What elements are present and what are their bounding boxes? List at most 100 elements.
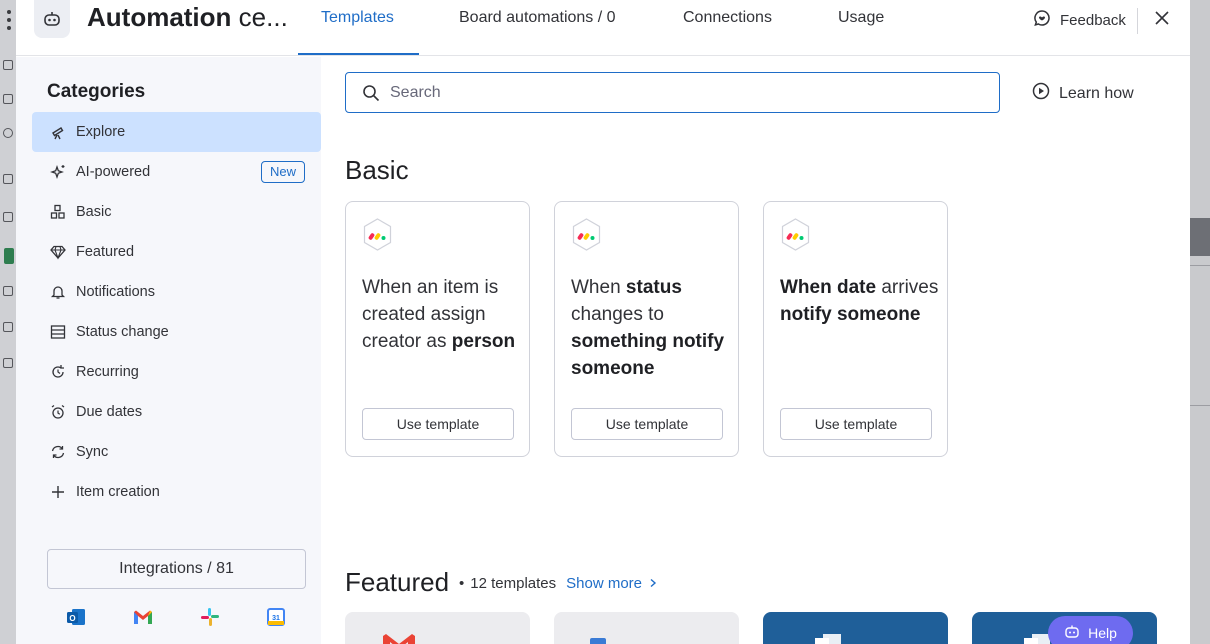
featured-count: 12 templates bbox=[470, 575, 557, 592]
basic-section-title: Basic bbox=[345, 155, 409, 185]
telescope-icon bbox=[49, 123, 67, 141]
search-icon bbox=[362, 83, 382, 103]
sidebar-item-label: Status change bbox=[76, 324, 169, 340]
bg-icon bbox=[3, 60, 13, 70]
learn-how-label: Learn how bbox=[1059, 84, 1134, 102]
shapes-icon bbox=[49, 203, 67, 221]
monday-logo-icon bbox=[361, 217, 394, 252]
show-more-link[interactable]: Show more bbox=[566, 575, 642, 592]
dot bbox=[7, 10, 11, 14]
bg-icon bbox=[3, 286, 13, 296]
gmail-icon bbox=[383, 634, 415, 644]
tab-usage[interactable]: Usage bbox=[838, 9, 884, 27]
featured-meta: • 12 templates Show more bbox=[459, 575, 658, 592]
page-title: Automation ce... bbox=[87, 2, 288, 32]
automation-center-modal: Automation ce... Templates Board automat… bbox=[16, 0, 1190, 644]
bell-icon bbox=[49, 283, 67, 301]
bg-icon bbox=[3, 358, 13, 368]
sidebar-item-basic[interactable]: Basic bbox=[32, 192, 321, 232]
sidebar-item-recurring[interactable]: Recurring bbox=[32, 352, 321, 392]
bg-block bbox=[1190, 218, 1210, 256]
categories-title: Categories bbox=[47, 81, 146, 102]
help-icon bbox=[1064, 624, 1080, 643]
bg-icon bbox=[3, 174, 13, 184]
sidebar-item-notifications[interactable]: Notifications bbox=[32, 272, 321, 312]
help-button[interactable]: Help bbox=[1048, 616, 1133, 644]
diamond-icon bbox=[49, 243, 67, 261]
sidebar-item-label: Basic bbox=[76, 204, 112, 220]
robot-icon bbox=[34, 0, 70, 38]
outlook-icon[interactable]: O bbox=[64, 605, 88, 629]
play-icon bbox=[1032, 82, 1050, 105]
app-icon bbox=[590, 638, 606, 644]
template-description: When an item is created assign creator a… bbox=[362, 277, 516, 352]
status-list-icon bbox=[49, 323, 67, 341]
monday-logo-icon bbox=[570, 217, 603, 252]
sidebar-item-label: Explore bbox=[76, 124, 126, 140]
alarm-clock-icon bbox=[49, 403, 67, 421]
bg-line bbox=[1190, 265, 1210, 266]
outlook-icon bbox=[815, 634, 841, 644]
feedback-icon bbox=[1033, 9, 1051, 31]
feedback-label: Feedback bbox=[1060, 11, 1126, 29]
template-card[interactable]: When an item is created assign creator a… bbox=[345, 201, 530, 457]
sidebar-item-ai-powered[interactable]: AI-powered New bbox=[32, 152, 321, 192]
sidebar-item-sync[interactable]: Sync bbox=[32, 432, 321, 472]
use-template-button[interactable]: Use template bbox=[571, 408, 723, 440]
sidebar-item-featured[interactable]: Featured bbox=[32, 232, 321, 272]
use-template-button[interactable]: Use template bbox=[362, 408, 514, 440]
feedback-button[interactable]: Feedback bbox=[1033, 9, 1126, 31]
plus-icon bbox=[49, 483, 67, 501]
sync-icon bbox=[49, 443, 67, 461]
template-description: When status changes to something notify … bbox=[571, 277, 725, 379]
sparkle-icon bbox=[49, 163, 67, 181]
sidebar-item-label: Sync bbox=[76, 444, 109, 460]
sidebar-item-label: Notifications bbox=[76, 284, 155, 300]
bg-icon bbox=[3, 128, 13, 138]
google-calendar-icon[interactable]: 31 bbox=[264, 605, 288, 629]
slack-icon[interactable] bbox=[198, 605, 222, 629]
bullet-separator: • bbox=[459, 575, 465, 592]
tab-board-automations[interactable]: Board automations / 0 bbox=[459, 9, 616, 27]
header-divider bbox=[1137, 8, 1138, 34]
active-tab-indicator bbox=[298, 53, 419, 55]
search-field[interactable] bbox=[345, 72, 1000, 113]
template-card[interactable]: When status changes to something notify … bbox=[554, 201, 739, 457]
template-card[interactable]: When date arrives notify someone Use tem… bbox=[763, 201, 948, 457]
featured-section-title: Featured bbox=[345, 567, 450, 597]
featured-card[interactable] bbox=[554, 612, 739, 644]
bg-icon bbox=[3, 94, 13, 104]
sidebar-item-label: Item creation bbox=[76, 484, 160, 500]
sidebar-item-item-creation[interactable]: Item creation bbox=[32, 472, 321, 512]
chevron-right-icon bbox=[648, 575, 658, 592]
bg-icon bbox=[3, 212, 13, 222]
sidebar-item-due-dates[interactable]: Due dates bbox=[32, 392, 321, 432]
recurring-icon bbox=[49, 363, 67, 381]
use-template-button[interactable]: Use template bbox=[780, 408, 932, 440]
categories-sidebar: Categories Explore AI-powered New Basic … bbox=[16, 57, 321, 644]
tab-connections[interactable]: Connections bbox=[683, 9, 772, 27]
help-label: Help bbox=[1088, 625, 1117, 641]
template-description: When date arrives notify someone bbox=[780, 277, 939, 325]
close-icon[interactable] bbox=[1152, 8, 1172, 28]
gmail-icon[interactable] bbox=[131, 605, 155, 629]
monday-logo-icon bbox=[779, 217, 812, 252]
sidebar-item-label: Recurring bbox=[76, 364, 139, 380]
sidebar-item-status-change[interactable]: Status change bbox=[32, 312, 321, 352]
integrations-button[interactable]: Integrations / 81 bbox=[47, 549, 306, 589]
dot bbox=[7, 26, 11, 30]
learn-how-button[interactable]: Learn how bbox=[1032, 82, 1134, 105]
background-app-strip-right bbox=[1190, 0, 1210, 644]
sidebar-item-label: Featured bbox=[76, 244, 135, 260]
bg-workspace-icon bbox=[4, 248, 14, 264]
svg-text:31: 31 bbox=[272, 615, 280, 622]
featured-card-gmail[interactable] bbox=[345, 612, 530, 644]
sidebar-item-explore[interactable]: Explore bbox=[32, 112, 321, 152]
sidebar-item-label: Due dates bbox=[76, 404, 143, 420]
featured-card-outlook[interactable] bbox=[763, 612, 948, 644]
sidebar-item-label: AI-powered bbox=[76, 164, 151, 180]
search-input[interactable] bbox=[390, 83, 970, 102]
tab-templates[interactable]: Templates bbox=[321, 9, 394, 27]
new-badge: New bbox=[260, 161, 305, 183]
bg-icon bbox=[3, 322, 13, 332]
